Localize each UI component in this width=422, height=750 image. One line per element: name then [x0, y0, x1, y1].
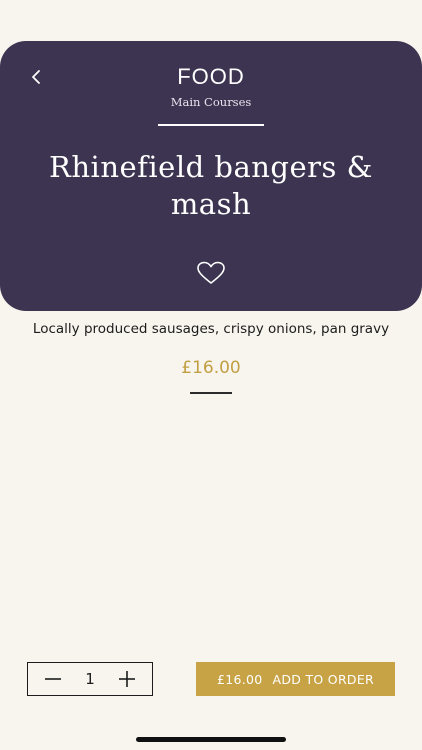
item-description: Locally produced sausages, crispy onions…: [32, 321, 390, 337]
quantity-value: 1: [85, 670, 95, 688]
header-divider: [158, 124, 264, 126]
add-to-order-button[interactable]: £16.00 ADD TO ORDER: [196, 662, 395, 696]
increase-quantity-button[interactable]: [116, 668, 138, 690]
price-divider: [190, 392, 232, 394]
item-header-card: FOOD Main Courses Rhinefield bangers & m…: [0, 41, 422, 311]
decrease-quantity-button[interactable]: [42, 668, 64, 690]
category-title: FOOD: [177, 64, 245, 89]
item-title: Rhinefield bangers & mash: [49, 150, 373, 221]
favorite-button[interactable]: [196, 260, 226, 286]
add-button-label: ADD TO ORDER: [272, 671, 375, 687]
quantity-stepper: 1: [27, 662, 153, 696]
heart-outline-icon: [197, 261, 225, 284]
plus-icon: [118, 671, 135, 687]
home-indicator[interactable]: [136, 737, 286, 742]
item-price: £16.00: [181, 358, 241, 378]
subcategory-label: Main Courses: [170, 95, 252, 109]
minus-icon: [45, 678, 61, 680]
add-button-price: £16.00: [216, 671, 263, 687]
